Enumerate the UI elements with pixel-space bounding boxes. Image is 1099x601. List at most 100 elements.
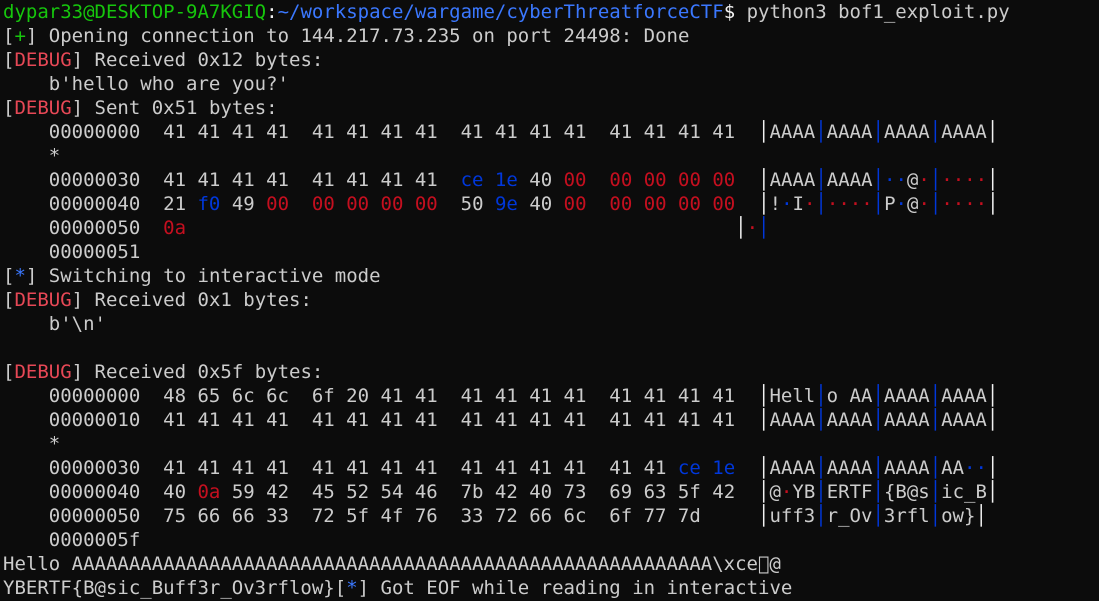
received-body-1: b'hello who are you?' <box>3 73 289 95</box>
hex-bytes: 40 <box>517 193 564 215</box>
hex-offset: 00000050 <box>3 217 141 239</box>
ascii-col: · <box>918 169 930 191</box>
ascii-col: AAAA <box>826 457 873 479</box>
hex-byte: 00 <box>563 169 587 191</box>
ascii-col: @ <box>906 169 919 191</box>
ascii-col: · <box>895 193 907 215</box>
ascii-col: I <box>792 193 804 215</box>
bracket: ] <box>71 97 84 119</box>
ascii-col: AAAA <box>769 409 816 431</box>
ascii-col: AAAA <box>769 121 816 143</box>
hex-bytes: 48 65 6c 6c 6f 20 41 41 41 41 41 41 41 4… <box>140 385 758 407</box>
hexdump-row: 00000010 41 41 41 41 41 41 41 41 41 41 4… <box>3 409 999 431</box>
ascii-col: 3rfl <box>883 505 930 527</box>
hexdump-repeat-marker: * <box>3 145 61 167</box>
ascii-col: ic_B <box>941 481 987 503</box>
terminal-window[interactable]: dypar33@DESKTOP-9A7KGIQ:~/workspace/warg… <box>0 0 1099 601</box>
log-text: Received 0x5f bytes: <box>83 361 324 383</box>
ascii-col: AAAA <box>769 169 816 191</box>
ascii-col: AAAA <box>941 409 987 431</box>
hex-bytes: 50 <box>460 193 495 215</box>
bracket: ] <box>357 577 370 599</box>
ascii-col: Hell <box>769 385 816 407</box>
bracket: [ <box>3 361 15 383</box>
hexdump-row: 00000040 40 0a 59 42 45 52 54 46 7b 42 4… <box>3 481 999 503</box>
hex-bytes: 00 00 00 00 <box>311 193 438 215</box>
hex-offset: 00000040 <box>3 481 141 503</box>
ascii-col: @ <box>907 193 919 215</box>
flag-text: YBERTF{B@sic_Buff3r_Ov3rflow} <box>3 577 335 599</box>
bracket: ] <box>25 25 38 47</box>
hexdump-row: 00000050 0a │·│ <box>3 217 770 239</box>
hexdump-end-offset: 0000005f <box>3 529 141 551</box>
hex-byte: 0a <box>197 481 221 503</box>
hex-byte: 1e <box>494 169 518 191</box>
bracket: ] <box>71 361 84 383</box>
hex-bytes: 00 00 00 00 <box>609 193 736 215</box>
hex-byte: 40 <box>529 169 553 191</box>
plus-tag: + <box>14 25 26 47</box>
log-debug-received-2: [DEBUG] Received 0x1 bytes: <box>3 288 1099 312</box>
hex-byte: 0a <box>163 217 187 239</box>
log-debug-sent: [DEBUG] Sent 0x51 bytes: <box>3 96 1099 120</box>
hex-bytes: 49 <box>220 193 267 215</box>
prompt-user-host: dypar33@DESKTOP-9A7KGIQ <box>3 1 267 23</box>
ascii-col: ·· <box>964 457 987 479</box>
hexdump-repeat-marker: * <box>3 433 61 455</box>
hex-offset: 00000010 <box>3 409 141 431</box>
ascii-col: AAAA <box>941 121 987 143</box>
ascii-col: YB <box>792 481 816 503</box>
prompt-line: dypar33@DESKTOP-9A7KGIQ:~/workspace/warg… <box>3 0 1099 24</box>
hex-bytes: 75 66 66 33 72 5f 4f 76 33 72 66 6c 6f 7… <box>140 505 758 527</box>
log-text: Received 0x1 bytes: <box>83 289 312 311</box>
hex-bytes: 41 41 41 41 41 41 41 41 <box>140 169 461 191</box>
ascii-col: ! <box>769 193 782 215</box>
log-open-connection: [+] Opening connection to 144.217.73.235… <box>3 24 1099 48</box>
ascii-col: AAAA <box>883 121 930 143</box>
bracket: ] <box>25 265 38 287</box>
prompt-command: python3 bof1_exploit.py <box>735 1 1010 23</box>
debug-tag: DEBUG <box>14 97 72 119</box>
ascii-col: ···· <box>826 193 873 215</box>
hex-byte: 00 <box>266 193 290 215</box>
hexdump-row: 00000000 48 65 6c 6c 6f 20 41 41 41 41 4… <box>3 385 999 407</box>
hex-offset: 00000050 <box>3 505 141 527</box>
log-text: Switching to interactive mode <box>37 265 381 287</box>
ascii-col: @ <box>769 481 781 503</box>
received-body-2: b'\n' <box>3 313 106 335</box>
hex-offset: 00000030 <box>3 457 141 479</box>
log-debug-received-1: [DEBUG] Received 0x12 bytes: <box>3 48 1099 72</box>
log-debug-received-3: [DEBUG] Received 0x5f bytes: <box>3 360 1099 384</box>
hex-bytes: 21 <box>140 193 198 215</box>
bracket: ] <box>71 289 84 311</box>
ascii-col: AAAA <box>826 121 873 143</box>
ascii-col: ···· <box>941 169 988 191</box>
star-tag: * <box>346 577 358 599</box>
log-text: Got EOF while reading in interactive <box>369 577 793 599</box>
star-tag: * <box>14 265 26 287</box>
ascii-col: r_Ov <box>826 505 873 527</box>
ascii-col: AAAA <box>826 409 873 431</box>
bracket: [ <box>3 97 15 119</box>
ascii-col: · <box>803 193 816 215</box>
hex-byte: 00 <box>563 193 587 215</box>
ascii-col: AAAA <box>883 385 930 407</box>
hexdump-row: 00000030 41 41 41 41 41 41 41 41 41 41 4… <box>3 457 999 479</box>
log-text: Opening connection to 144.217.73.235 on … <box>37 25 690 47</box>
ascii-col: ERTF <box>826 481 873 503</box>
hex-byte: ce <box>460 169 484 191</box>
ascii-col: ow} <box>941 505 976 527</box>
debug-tag: DEBUG <box>14 49 72 71</box>
hexdump-row: 00000030 41 41 41 41 41 41 41 41 ce 1e 4… <box>3 169 999 191</box>
hex-byte: 9e <box>494 193 518 215</box>
prompt-separator: : <box>266 1 278 23</box>
ascii-col: P <box>884 193 896 215</box>
hex-byte: f0 <box>197 193 221 215</box>
hexdump-row: 00000000 41 41 41 41 41 41 41 41 41 41 4… <box>3 121 999 143</box>
prompt-dollar: $ <box>723 1 736 23</box>
bracket: [ <box>3 265 15 287</box>
hex-byte: 1e <box>712 457 736 479</box>
ascii-col: AAAA <box>941 385 987 407</box>
prompt-path: ~/workspace/wargame/cyberThreatforceCTF <box>277 1 724 23</box>
